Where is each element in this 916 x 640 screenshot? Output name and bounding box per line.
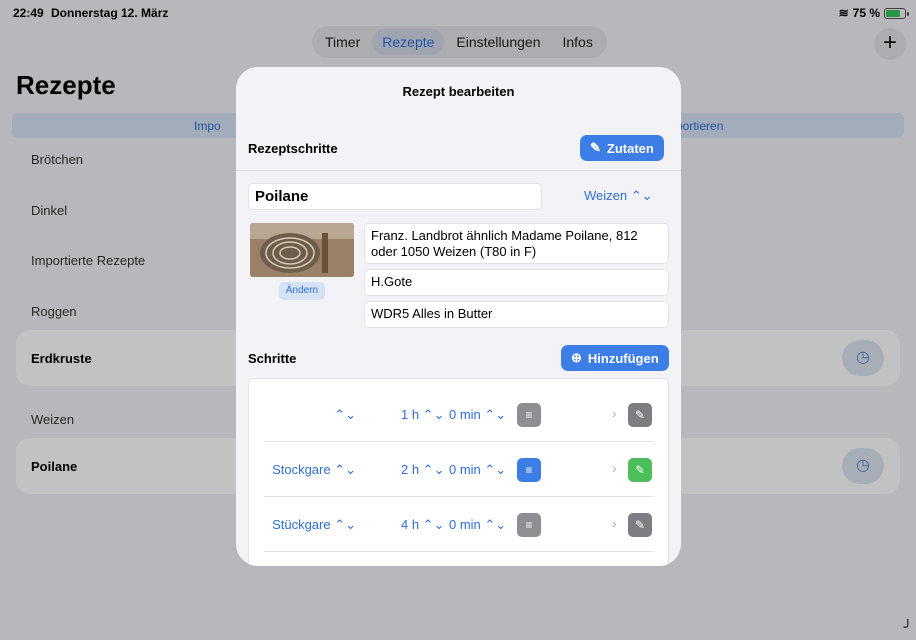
hours-picker[interactable]: 4 h ⌃⌄	[401, 517, 444, 533]
step-name-picker[interactable]: ⌃⌄	[334, 407, 356, 423]
sheet-title: Rezept bearbeiten	[402, 84, 515, 99]
step-name-picker[interactable]: Stückgare ⌃⌄	[272, 517, 356, 533]
note-icon[interactable]: ≡	[517, 403, 541, 427]
change-photo-button[interactable]: Ändern	[279, 282, 325, 300]
minutes-picker[interactable]: 0 min ⌃⌄	[449, 407, 506, 423]
edit-step-icon[interactable]: ✎	[628, 513, 652, 537]
chevron-right-icon[interactable]: ›	[612, 460, 617, 476]
rezeptschritte-heading: Rezeptschritte	[248, 141, 338, 156]
bread-photo-icon	[250, 223, 354, 277]
chevron-right-icon[interactable]: ›	[612, 515, 617, 531]
zutaten-button[interactable]: ✎ Zutaten	[580, 135, 664, 161]
chevron-right-icon[interactable]: ›	[612, 405, 617, 421]
note-icon[interactable]: ≡	[517, 458, 541, 482]
edit-step-icon[interactable]: ✎	[628, 403, 652, 427]
step-name-picker[interactable]: Stockgare ⌃⌄	[272, 462, 356, 478]
hours-picker[interactable]: 2 h ⌃⌄	[401, 462, 444, 478]
add-step-label: Hinzufügen	[587, 350, 659, 366]
recipe-name-field[interactable]: Poilane	[248, 183, 542, 210]
step-row: ⌃⌄ 1 h ⌃⌄ 0 min ⌃⌄ ≡ › ✎	[264, 387, 654, 442]
step-row: Stockgare ⌃⌄ 2 h ⌃⌄ 0 min ⌃⌄ ≡ › ✎	[264, 442, 654, 497]
edit-recipe-sheet: Rezept bearbeiten Rezeptschritte ✎ Zutat…	[236, 67, 681, 566]
source-field[interactable]: WDR5 Alles in Butter	[364, 301, 669, 328]
edit-step-icon[interactable]: ✎	[628, 458, 652, 482]
zutaten-label: Zutaten	[606, 140, 654, 156]
add-step-button[interactable]: ⊕ Hinzufügen	[561, 345, 669, 371]
schritte-heading: Schritte	[248, 351, 297, 366]
edit-icon: ✎	[590, 140, 601, 155]
category-picker[interactable]: Weizen ⌃⌄	[584, 188, 653, 204]
author-field[interactable]: H.Gote	[364, 269, 669, 296]
plus-circle-icon: ⊕	[571, 350, 582, 365]
divider	[236, 170, 681, 171]
description-field[interactable]: Franz. Landbrot ähnlich Madame Poilane, …	[364, 223, 669, 264]
step-row: Stückgare ⌃⌄ 4 h ⌃⌄ 0 min ⌃⌄ ≡ › ✎	[264, 497, 654, 552]
note-icon[interactable]: ≡	[517, 513, 541, 537]
minutes-picker[interactable]: 0 min ⌃⌄	[449, 517, 506, 533]
steps-list: ⌃⌄ 1 h ⌃⌄ 0 min ⌃⌄ ≡ › ✎ Stockgare ⌃⌄ 2 …	[248, 378, 669, 566]
resize-handle-icon[interactable]: ╯	[904, 619, 912, 636]
recipe-photo	[250, 223, 354, 277]
hours-picker[interactable]: 1 h ⌃⌄	[401, 407, 444, 423]
minutes-picker[interactable]: 0 min ⌃⌄	[449, 462, 506, 478]
